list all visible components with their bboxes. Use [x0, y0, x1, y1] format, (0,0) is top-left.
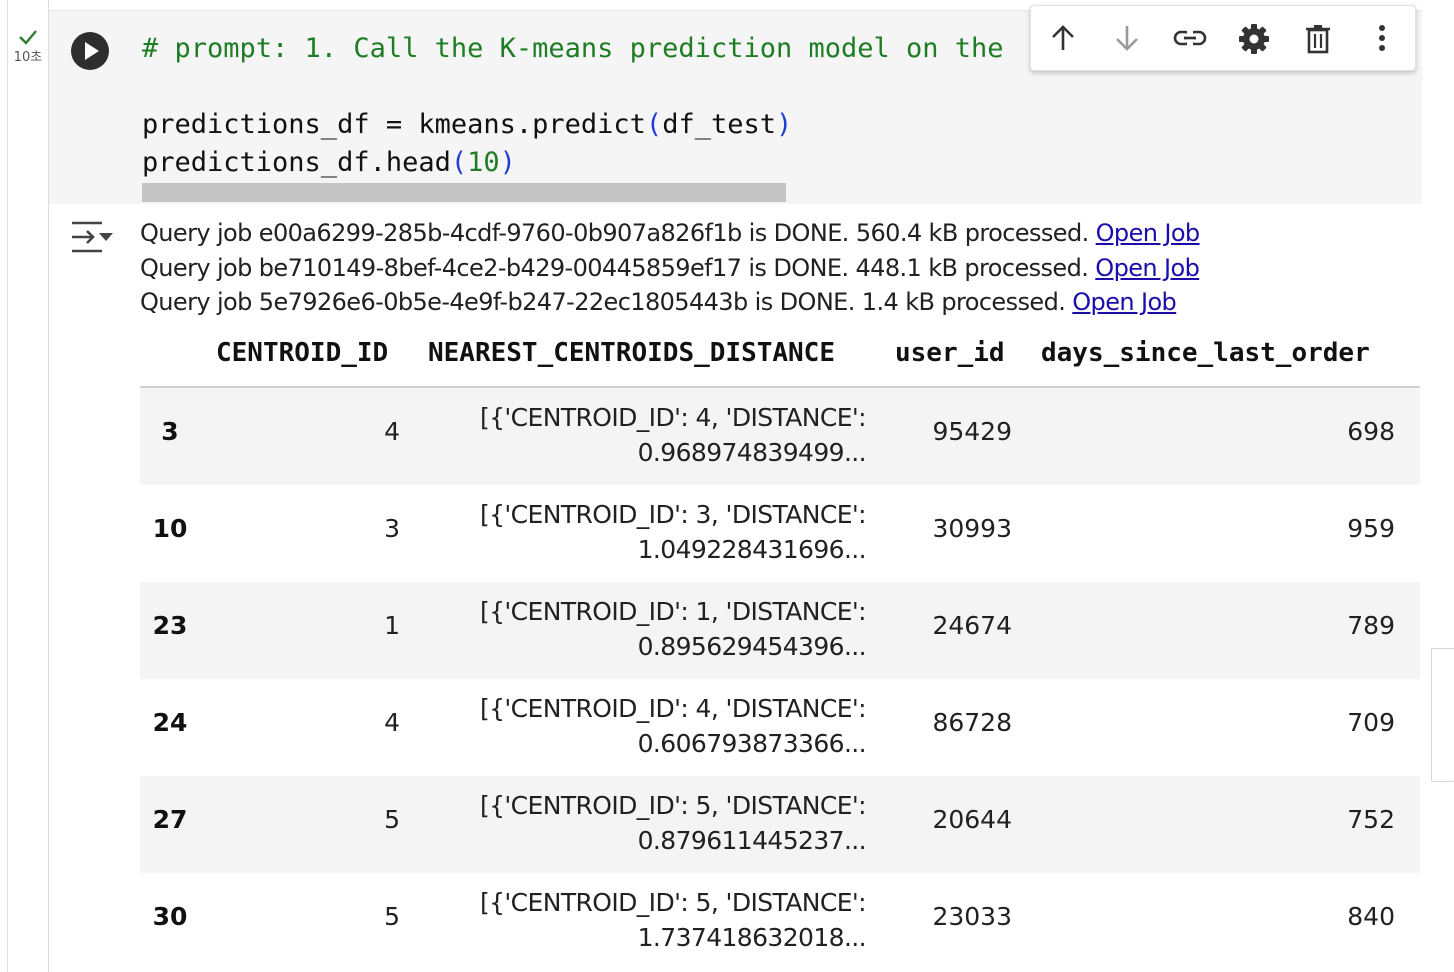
link-icon: [1173, 30, 1207, 46]
table-row: 23 1 [{'CENTROID_ID': 1, 'DISTANCE': 0.89…: [140, 582, 1420, 679]
cell-centroid-id: 4: [384, 417, 400, 446]
code-paren: ): [499, 147, 516, 178]
cell-centroid-id: 3: [384, 514, 400, 543]
trash-icon: [1306, 25, 1330, 54]
query-log-text: Query job 5e7926e6-0b5e-4e9f-b247-22ec18…: [140, 288, 1073, 316]
table-row: 27 5 [{'CENTROID_ID': 5, 'DISTANCE': 0.87…: [140, 776, 1420, 873]
row-index: 30: [152, 902, 188, 931]
column-header-days-since-last-order: days_since_last_order: [1041, 338, 1370, 368]
column-header-user-id: user_id: [895, 338, 1005, 368]
table-row: 30 5 [{'CENTROID_ID': 5, 'DISTANCE': 1.73…: [140, 873, 1420, 970]
row-index: 23: [152, 611, 188, 640]
cell-toolbar: [1030, 5, 1416, 71]
row-index: 24: [152, 708, 188, 737]
code-paren: ): [775, 109, 793, 140]
delete-cell-button[interactable]: [1300, 20, 1336, 56]
cell-user-id: 20644: [932, 805, 1012, 834]
open-job-link[interactable]: Open Job: [1096, 219, 1201, 247]
cell-days-since-last-order: 840: [1347, 902, 1395, 931]
cell-centroid-id: 5: [384, 902, 400, 931]
code-text: predictions_df.head: [142, 147, 451, 178]
table-row: 3 4 [{'CENTROID_ID': 4, 'DISTANCE': 0.968…: [140, 388, 1420, 485]
code-number: 10: [467, 147, 500, 178]
cell-user-id: 24674: [932, 611, 1012, 640]
table-row: 24 4 [{'CENTROID_ID': 4, 'DISTANCE': 0.60…: [140, 679, 1420, 776]
row-index: 27: [152, 805, 188, 834]
distance-line: [{'CENTROID_ID': 3, 'DISTANCE':: [479, 500, 867, 529]
distance-line: 1.049228431696...: [637, 535, 867, 564]
page-left-border: [7, 0, 8, 972]
cell-nearest-distance: [{'CENTROID_ID': 4, 'DISTANCE': 0.6067938…: [479, 691, 867, 761]
cell-nearest-distance: [{'CENTROID_ID': 4, 'DISTANCE': 0.9689748…: [479, 400, 867, 470]
move-cell-up-button[interactable]: [1045, 20, 1081, 56]
query-log-line: Query job e00a6299-285b-4cdf-9760-0b907a…: [140, 216, 1200, 250]
cell-settings-button[interactable]: [1236, 20, 1272, 56]
column-header-nearest-centroids-distance: NEAREST_CENTROIDS_DISTANCE: [428, 338, 835, 368]
query-log-line: Query job be710149-8bef-4ce2-b429-004458…: [140, 251, 1200, 285]
query-log-line: Query job 5e7926e6-0b5e-4e9f-b247-22ec18…: [140, 285, 1177, 319]
table-row: 10 3 [{'CENTROID_ID': 3, 'DISTANCE': 1.04…: [140, 485, 1420, 582]
code-line-comment: # prompt: 1. Call the K-means prediction…: [142, 33, 1004, 64]
cell-nearest-distance: [{'CENTROID_ID': 3, 'DISTANCE': 1.0492284…: [479, 497, 867, 567]
output-actions-button[interactable]: [70, 220, 116, 256]
cell-days-since-last-order: 698: [1347, 417, 1395, 446]
play-icon: [85, 42, 99, 60]
code-text: df_test: [662, 109, 776, 140]
open-job-link[interactable]: Open Job: [1095, 254, 1200, 282]
code-paren: (: [645, 109, 663, 140]
output-vertical-scrollbar[interactable]: [1431, 648, 1454, 782]
distance-line: [{'CENTROID_ID': 4, 'DISTANCE':: [479, 403, 867, 432]
code-line-head: predictions_df.head(10): [142, 144, 516, 182]
distance-line: [{'CENTROID_ID': 1, 'DISTANCE':: [479, 597, 867, 626]
cell-nearest-distance: [{'CENTROID_ID': 1, 'DISTANCE': 0.8956294…: [479, 594, 867, 664]
cell-centroid-id: 1: [384, 611, 400, 640]
execution-time: 10초: [13, 50, 43, 65]
open-job-link[interactable]: Open Job: [1072, 288, 1177, 316]
distance-line: [{'CENTROID_ID': 5, 'DISTANCE':: [479, 888, 867, 917]
query-log-text: Query job e00a6299-285b-4cdf-9760-0b907a…: [140, 219, 1096, 247]
cell-centroid-id: 4: [384, 708, 400, 737]
output-toggle-icon: [72, 221, 113, 253]
execution-status: 10초: [8, 28, 48, 65]
cell-days-since-last-order: 789: [1347, 611, 1395, 640]
cell-user-id: 86728: [932, 708, 1012, 737]
distance-line: 0.606793873366...: [637, 729, 867, 758]
arrow-down-icon: [1116, 26, 1138, 51]
code-horizontal-scrollbar[interactable]: [142, 183, 786, 202]
distance-line: 1.737418632018...: [637, 923, 867, 952]
cell-days-since-last-order: 752: [1347, 805, 1395, 834]
cell-centroid-id: 5: [384, 805, 400, 834]
arrow-up-icon: [1052, 25, 1074, 50]
cell-user-id: 95429: [932, 417, 1012, 446]
more-vert-icon: [1379, 25, 1385, 51]
run-cell-button[interactable]: [71, 32, 109, 70]
cell-days-since-last-order: 959: [1347, 514, 1395, 543]
more-actions-button[interactable]: [1364, 20, 1400, 56]
distance-line: 0.879611445237...: [637, 826, 867, 855]
distance-line: 0.968974839499...: [637, 438, 867, 467]
code-paren: (: [450, 147, 468, 178]
gear-icon: [1239, 24, 1269, 54]
row-index: 3: [161, 417, 179, 446]
cell-user-id: 30993: [932, 514, 1012, 543]
code-line-predict: predictions_df = kmeans.predict(df_test): [142, 106, 792, 144]
cell-days-since-last-order: 709: [1347, 708, 1395, 737]
move-cell-down-button[interactable]: [1109, 20, 1145, 56]
check-icon: [19, 30, 37, 45]
query-log-text: Query job be710149-8bef-4ce2-b429-004458…: [140, 254, 1096, 282]
cell-nearest-distance: [{'CENTROID_ID': 5, 'DISTANCE': 0.8796114…: [479, 788, 867, 858]
column-header-centroid-id: CENTROID_ID: [216, 338, 389, 368]
distance-line: [{'CENTROID_ID': 4, 'DISTANCE':: [479, 694, 867, 723]
copy-link-button[interactable]: [1172, 20, 1208, 56]
distance-line: 0.895629454396...: [637, 632, 867, 661]
row-index: 10: [152, 514, 188, 543]
code-text: predictions_df = kmeans.predict: [142, 109, 646, 140]
cell-nearest-distance: [{'CENTROID_ID': 5, 'DISTANCE': 1.7374186…: [479, 885, 867, 955]
distance-line: [{'CENTROID_ID': 5, 'DISTANCE':: [479, 791, 867, 820]
cell-user-id: 23033: [932, 902, 1012, 931]
